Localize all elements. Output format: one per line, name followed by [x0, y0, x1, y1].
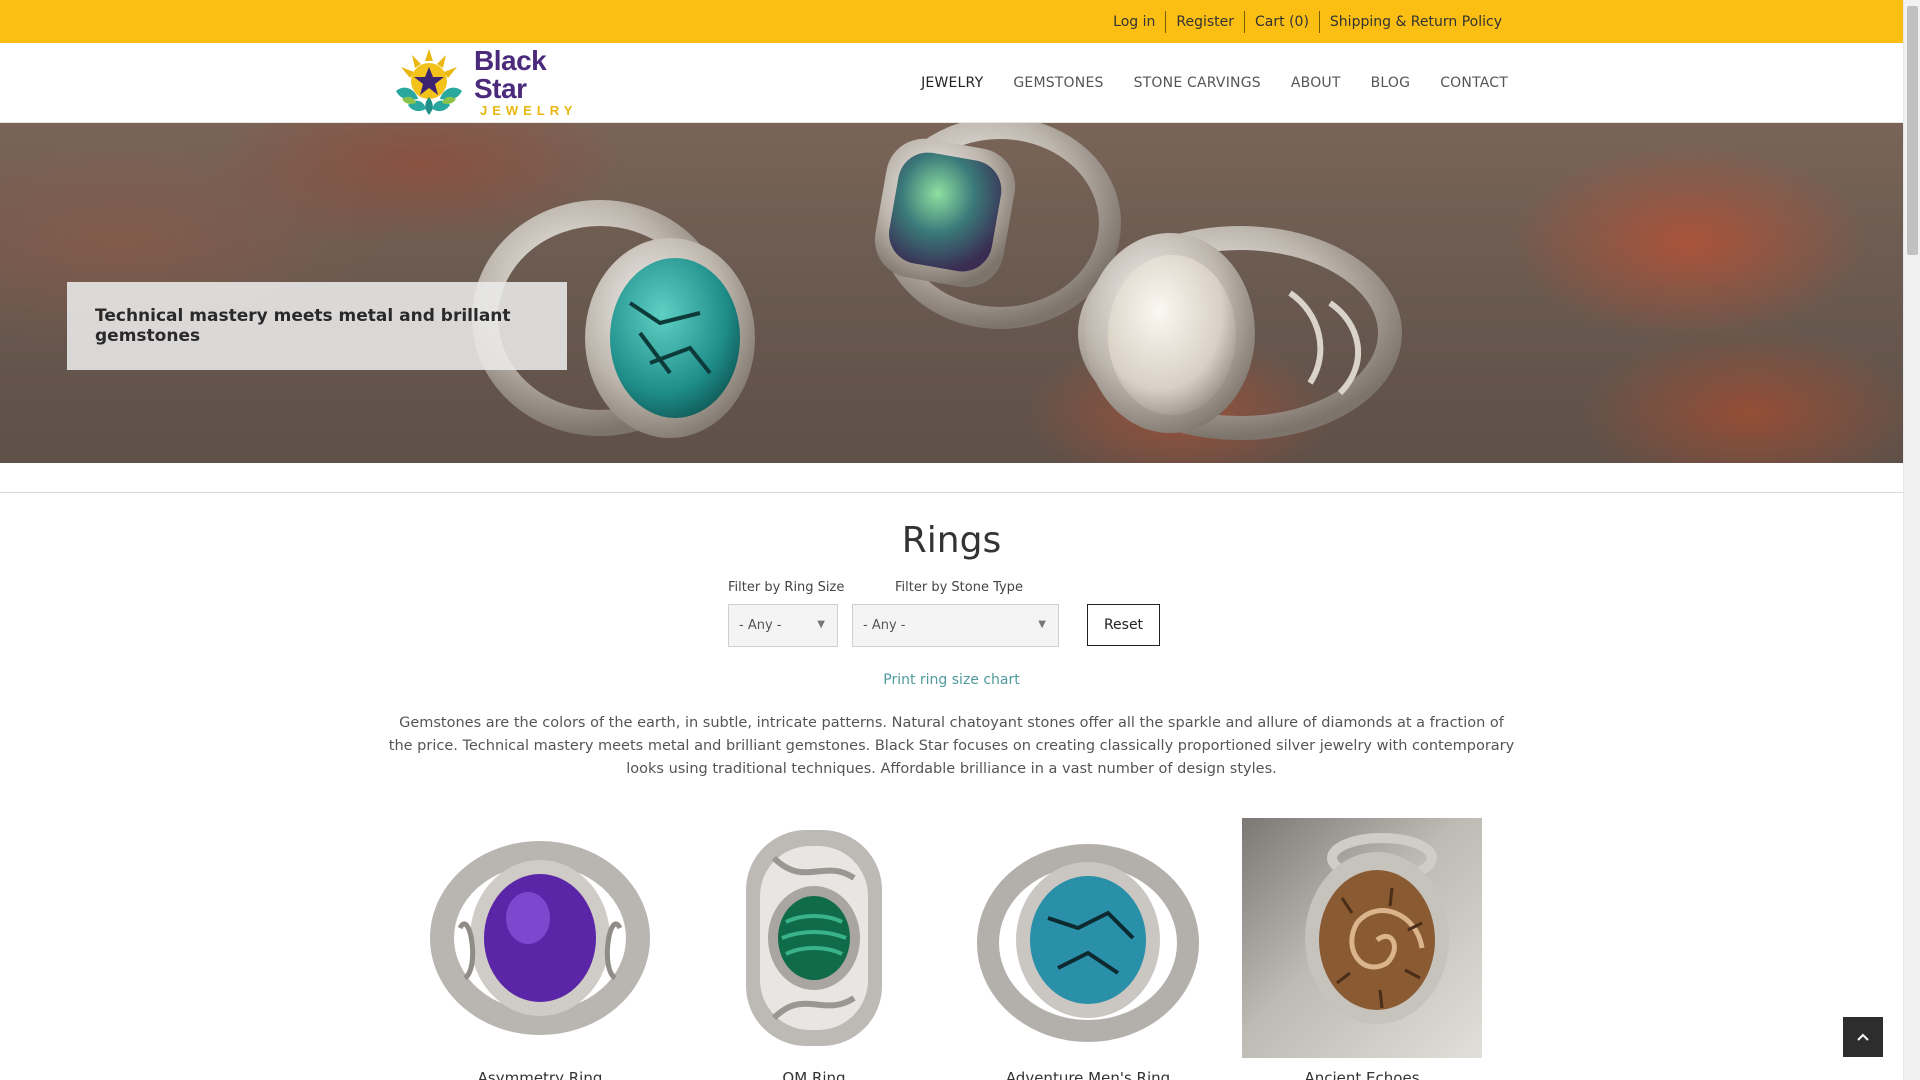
- stone-type-select-value: - Any -: [863, 618, 906, 633]
- ring-size-select-value: - Any -: [739, 618, 782, 633]
- hero-banner: Technical mastery meets metal and brilla…: [0, 123, 1903, 463]
- scrollbar-thumb[interactable]: [1907, 6, 1918, 255]
- nav-item-about[interactable]: ABOUT: [1291, 75, 1341, 91]
- product-card[interactable]: Ancient Echoes: [1242, 818, 1482, 1080]
- ring-size-select[interactable]: - Any - ▼: [728, 604, 838, 647]
- category-description: Gemstones are the colors of the earth, i…: [388, 715, 1515, 777]
- page: Log in Register Cart (0) Shipping & Retu…: [0, 0, 1903, 1080]
- top-utility-bar: Log in Register Cart (0) Shipping & Retu…: [0, 0, 1903, 43]
- print-ring-size-chart-link: Print ring size chart: [0, 672, 1903, 688]
- site-header: Black Star JEWELRY JEWELRY GEMSTONES STO…: [0, 43, 1903, 123]
- product-image[interactable]: [968, 818, 1208, 1058]
- section-divider: [0, 492, 1903, 493]
- product-card[interactable]: Adventure Men's Ring: [968, 818, 1208, 1080]
- account-links: Log in Register Cart (0) Shipping & Retu…: [1103, 0, 1512, 43]
- product-name[interactable]: Adventure Men's Ring: [968, 1069, 1208, 1080]
- site-logo[interactable]: Black Star JEWELRY: [388, 47, 590, 117]
- logo-wordmark: Black Star JEWELRY: [474, 45, 590, 118]
- nav-item-gemstones[interactable]: GEMSTONES: [1013, 75, 1103, 91]
- hero-caption-box: Technical mastery meets metal and brilla…: [67, 282, 567, 370]
- stone-type-filter-label: Filter by Stone Type: [895, 580, 1023, 595]
- caret-down-icon: ▼: [1038, 619, 1046, 630]
- reset-filters-button[interactable]: Reset: [1087, 604, 1160, 646]
- logo-text-primary: Black Star: [474, 45, 547, 104]
- product-name[interactable]: OM Ring: [694, 1069, 934, 1080]
- product-image[interactable]: [694, 818, 934, 1058]
- nav-item-contact[interactable]: CONTACT: [1440, 75, 1508, 91]
- shipping-policy-link[interactable]: Shipping & Return Policy: [1318, 10, 1512, 33]
- page-title: Rings: [901, 520, 1002, 561]
- nav-item-stone-carvings[interactable]: STONE CARVINGS: [1134, 75, 1261, 91]
- register-link[interactable]: Register: [1165, 10, 1244, 33]
- product-name[interactable]: Ancient Echoes: [1242, 1069, 1482, 1080]
- cart-link[interactable]: Cart (0): [1244, 10, 1319, 33]
- main-navigation: JEWELRY GEMSTONES STONE CARVINGS ABOUT B…: [891, 43, 1508, 123]
- nav-item-blog[interactable]: BLOG: [1371, 75, 1411, 91]
- login-link[interactable]: Log in: [1103, 11, 1165, 33]
- back-to-top-button[interactable]: [1843, 1017, 1883, 1057]
- nav-item-jewelry[interactable]: JEWELRY: [921, 75, 983, 91]
- chevron-up-icon: [1857, 1033, 1869, 1041]
- product-image[interactable]: [420, 818, 660, 1058]
- caret-down-icon: ▼: [817, 619, 825, 630]
- print-ring-size-chart-anchor[interactable]: Print ring size chart: [883, 672, 1020, 688]
- product-card[interactable]: Asymmetry Ring: [420, 818, 660, 1080]
- stone-type-select[interactable]: - Any - ▼: [852, 604, 1059, 647]
- product-card[interactable]: OM Ring: [694, 818, 934, 1080]
- product-image[interactable]: [1242, 818, 1482, 1058]
- star-sun-logo-icon: [388, 47, 470, 117]
- hero-caption-text: Technical mastery meets metal and brilla…: [95, 306, 511, 346]
- product-name[interactable]: Asymmetry Ring: [420, 1069, 660, 1080]
- page-scrollbar[interactable]: [1903, 0, 1920, 1080]
- logo-text-secondary: JEWELRY: [480, 103, 578, 118]
- ring-size-filter-label: Filter by Ring Size: [728, 580, 845, 595]
